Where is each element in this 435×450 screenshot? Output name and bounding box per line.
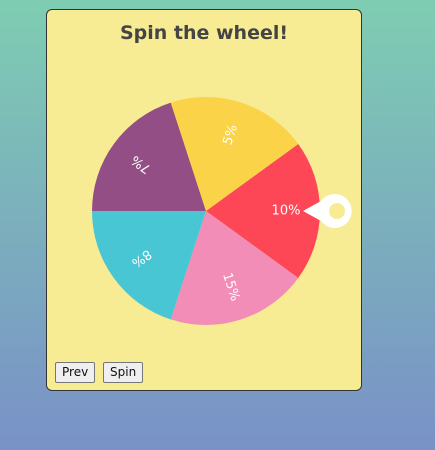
prize-wheel: 10%15%8%7%5% <box>92 96 352 326</box>
spin-button[interactable]: Spin <box>103 362 144 383</box>
wheel-segment-label: 10% <box>272 204 301 219</box>
pointer-center-icon <box>329 203 345 219</box>
wheel-card: Spin the wheel! 10% 15% 8% 7% 5% Prev Spin <box>46 9 362 391</box>
prev-button[interactable]: Prev <box>55 362 96 383</box>
